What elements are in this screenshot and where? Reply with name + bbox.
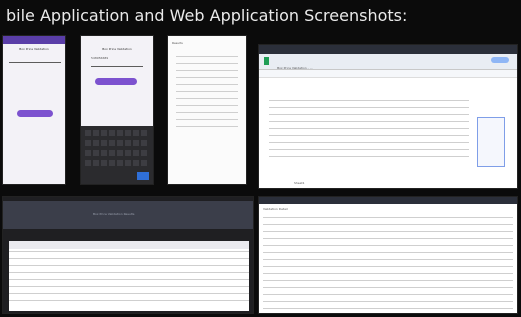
web-header-title: Box Price Validation Results [93,212,135,216]
app-bar [3,36,65,44]
sheet-tab[interactable]: Sheet1 [294,181,305,185]
detail-window-topbar [259,197,517,204]
browser-tab-bar [259,45,517,54]
sheet-grid[interactable] [269,100,469,160]
app-bar [81,36,153,44]
page-title: bile Application and Web Application Scr… [6,6,408,25]
phone-input[interactable] [9,58,61,63]
web-header-banner: Box Price Validation Results [3,201,253,229]
sheets-menu-bar: Box Price Validation - ... [259,54,517,70]
web-app-detail-window: Validation Detail [258,196,518,314]
virtual-keyboard[interactable] [81,126,153,184]
results-list [176,56,238,128]
phone-screen-3: Results [167,35,247,185]
table-header-row [9,241,249,249]
phone-input[interactable] [91,62,143,67]
keyboard-row[interactable] [85,160,149,166]
validate-button[interactable] [17,110,53,117]
sheet-filename[interactable]: Box Price Validation - ... [277,66,312,70]
sheets-toolbar[interactable] [259,70,517,78]
keyboard-row[interactable] [85,130,149,136]
phone-title: Box Price Validation [19,47,49,51]
web-app-table-window: Box Price Validation Results [2,196,254,314]
phone-screen-2: Box Price Validation 548956689 [80,35,154,185]
sheets-logo-icon [264,57,269,65]
validate-button[interactable] [95,78,137,85]
keyboard-row[interactable] [85,140,149,146]
table-body [9,241,249,311]
keyboard-row[interactable] [85,150,149,156]
spreadsheet-window: Box Price Validation - ... Sheet1 [258,44,518,189]
table-row[interactable] [263,217,513,311]
share-button[interactable] [491,57,509,63]
go-key[interactable] [137,172,149,180]
table-row[interactable] [9,251,249,307]
detail-title: Validation Detail [263,207,288,211]
phone-field-value[interactable]: 548956689 [91,56,108,60]
selection-rectangle [477,117,505,167]
results-label: Results [172,41,183,45]
phone-title: Box Price Validation [102,47,132,51]
phone-screen-1: Box Price Validation [2,35,66,185]
